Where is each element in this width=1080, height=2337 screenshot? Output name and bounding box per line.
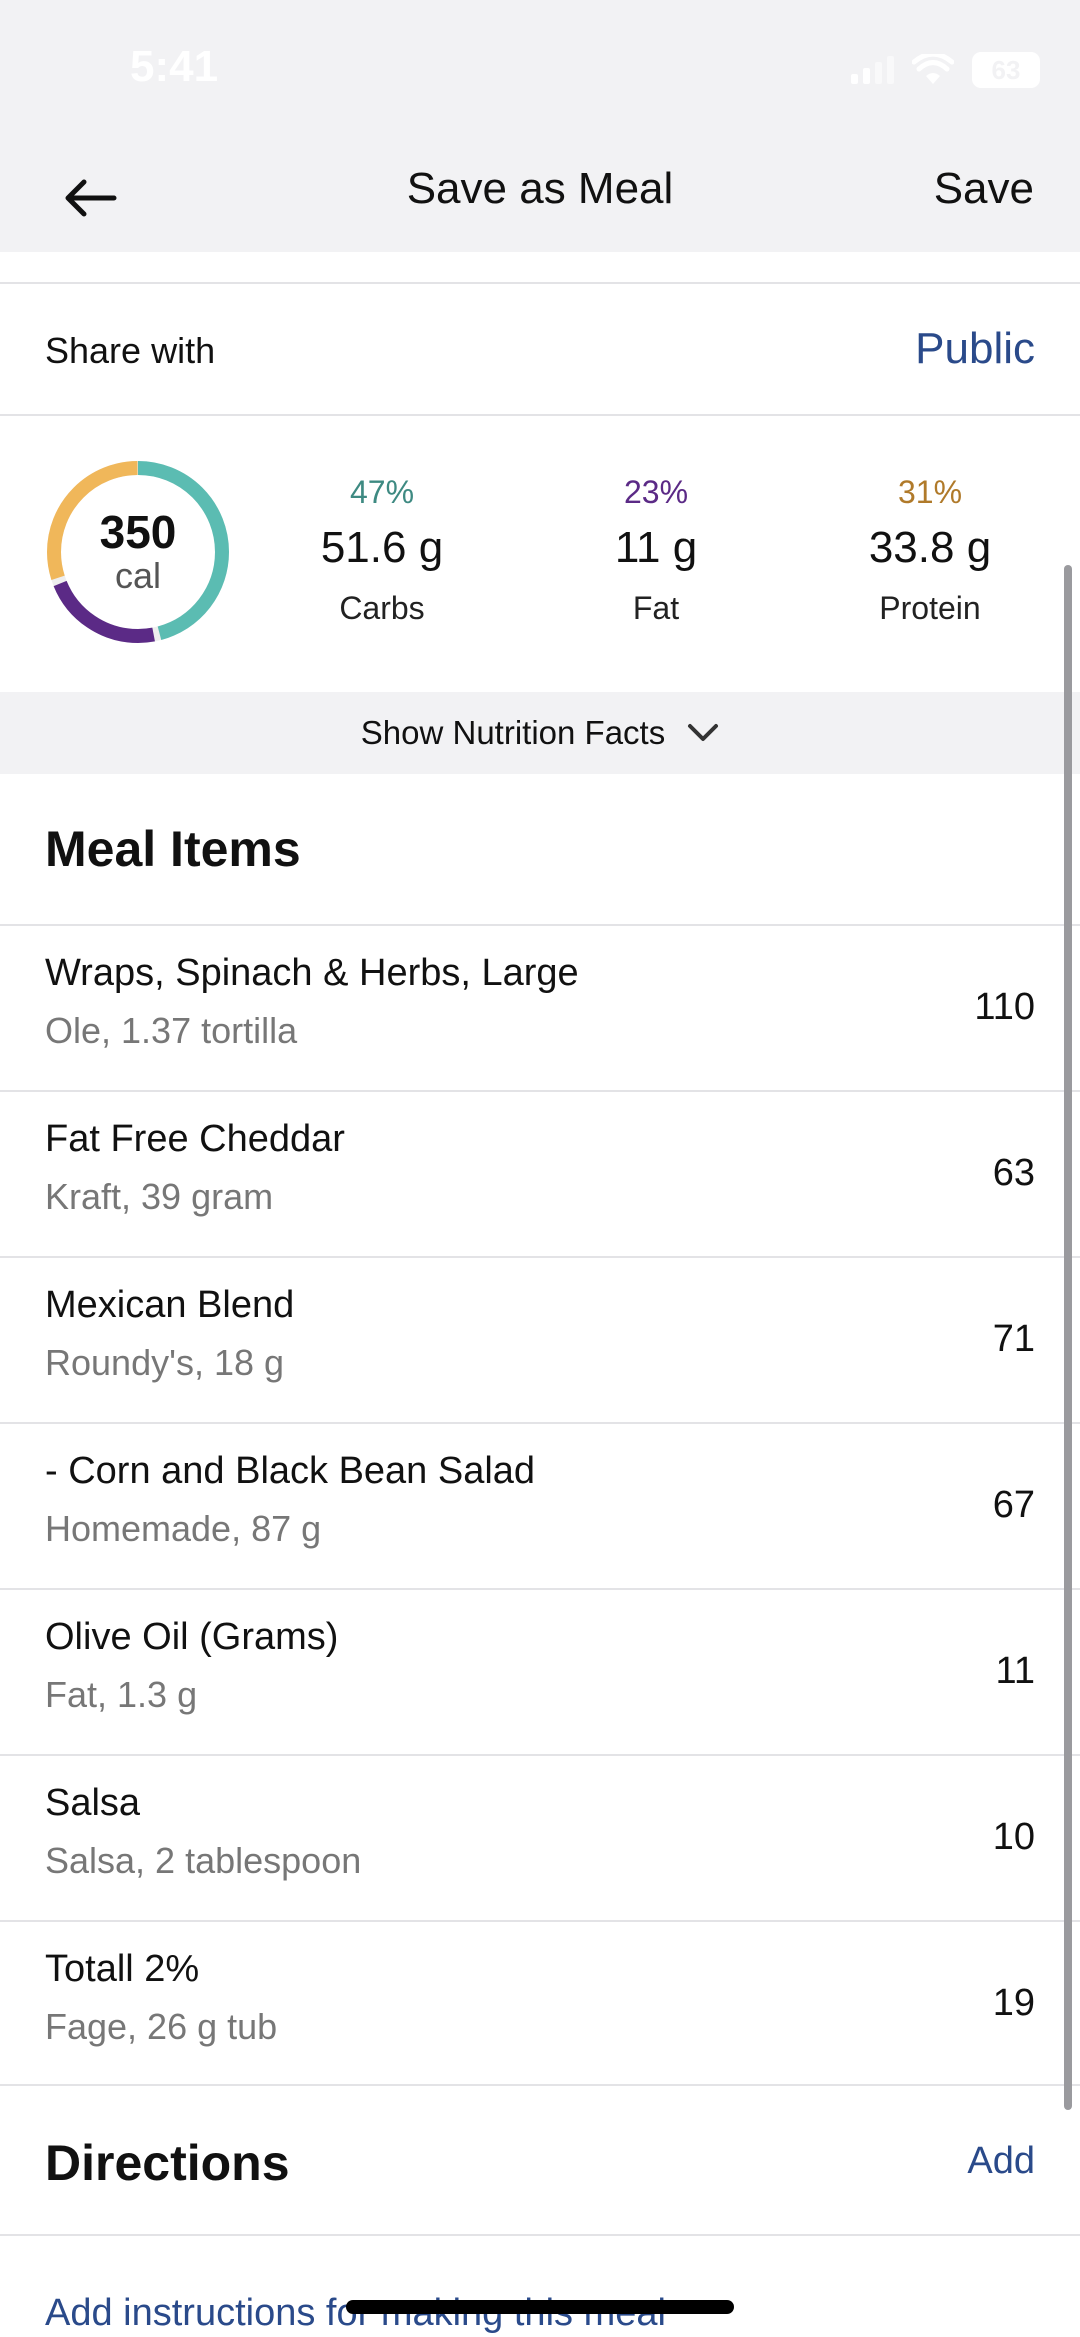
protein-percent: 31% bbox=[897, 474, 963, 510]
protein-label: Protein bbox=[879, 590, 981, 626]
share-with-row[interactable]: Share with Public bbox=[0, 284, 1080, 414]
list-item[interactable]: Totall 2% Fage, 26 g tub 19 bbox=[0, 1920, 1080, 2086]
list-item[interactable]: Mexican Blend Roundy's, 18 g 71 bbox=[0, 1256, 1080, 1422]
fat-label: Fat bbox=[632, 590, 680, 626]
meal-item-detail: Kraft, 39 gram bbox=[45, 1176, 274, 1217]
meal-item-calories: 10 bbox=[992, 1816, 1035, 1858]
list-item[interactable]: Fat Free Cheddar Kraft, 39 gram 63 bbox=[0, 1090, 1080, 1256]
meal-items-list: Wraps, Spinach & Herbs, Large Ole, 1.37 … bbox=[0, 924, 1080, 2086]
carbs-label: Carbs bbox=[339, 590, 425, 626]
meal-item-detail: Homemade, 87 g bbox=[45, 1508, 322, 1549]
directions-title: Directions bbox=[45, 2135, 290, 2191]
save-button[interactable]: Save bbox=[934, 164, 1034, 214]
list-item[interactable]: Olive Oil (Grams) Fat, 1.3 g 11 bbox=[0, 1588, 1080, 1754]
macro-protein: 31% 33.8 g Protein bbox=[820, 476, 1040, 624]
meal-item-calories: 71 bbox=[992, 1318, 1035, 1360]
protein-amount: 33.8 g bbox=[868, 523, 992, 572]
share-with-value[interactable]: Public bbox=[915, 324, 1035, 374]
meal-item-calories: 19 bbox=[992, 1982, 1035, 2024]
add-directions-button[interactable]: Add bbox=[967, 2140, 1035, 2183]
share-with-label: Share with bbox=[45, 330, 216, 371]
meal-item-name: Salsa bbox=[45, 1782, 141, 1824]
show-nutrition-facts-button[interactable]: Show Nutrition Facts bbox=[0, 692, 1080, 774]
status-bar: 5:41 63 bbox=[0, 0, 1080, 140]
meal-item-calories: 67 bbox=[992, 1484, 1035, 1526]
show-nutrition-facts-label: Show Nutrition Facts bbox=[360, 714, 666, 751]
meal-item-detail: Fage, 26 g tub bbox=[45, 2006, 278, 2047]
battery-icon: 63 bbox=[972, 52, 1040, 88]
meal-item-name: Mexican Blend bbox=[45, 1284, 295, 1326]
carbs-percent: 47% bbox=[349, 474, 415, 510]
meal-item-name: Wraps, Spinach & Herbs, Large bbox=[45, 952, 579, 994]
meal-item-name: - Corn and Black Bean Salad bbox=[45, 1450, 536, 1492]
meal-item-detail: Ole, 1.37 tortilla bbox=[45, 1010, 298, 1051]
cellular-signal-icon bbox=[851, 56, 894, 84]
calorie-total: 350 cal bbox=[42, 456, 234, 648]
scrollbar[interactable] bbox=[1064, 565, 1072, 2110]
macro-carbs: 47% 51.6 g Carbs bbox=[272, 476, 492, 624]
list-item[interactable]: - Corn and Black Bean Salad Homemade, 87… bbox=[0, 1422, 1080, 1588]
calorie-value: 350 bbox=[99, 506, 177, 559]
calorie-unit: cal bbox=[114, 555, 162, 597]
fat-percent: 23% bbox=[623, 474, 689, 510]
wifi-icon bbox=[912, 54, 954, 84]
list-item[interactable]: Wraps, Spinach & Herbs, Large Ole, 1.37 … bbox=[0, 924, 1080, 1090]
meal-items-title: Meal Items bbox=[45, 821, 301, 877]
meal-item-detail: Fat, 1.3 g bbox=[45, 1674, 198, 1715]
meal-item-name: Olive Oil (Grams) bbox=[45, 1616, 339, 1658]
meal-item-detail: Roundy's, 18 g bbox=[45, 1342, 285, 1383]
meal-item-calories: 63 bbox=[992, 1152, 1035, 1194]
meal-item-name: Fat Free Cheddar bbox=[45, 1118, 345, 1160]
status-icons: 63 bbox=[851, 52, 1040, 88]
nav-bar: Save as Meal Save bbox=[0, 140, 1080, 252]
status-time: 5:41 bbox=[130, 42, 219, 91]
meal-item-name: Totall 2% bbox=[45, 1948, 200, 1990]
meal-item-calories: 11 bbox=[995, 1650, 1035, 1692]
home-indicator bbox=[346, 2300, 734, 2314]
macro-fat: 23% 11 g Fat bbox=[546, 476, 766, 624]
top-area: 5:41 63 Save as Meal Save bbox=[0, 0, 1080, 252]
carbs-amount: 51.6 g bbox=[320, 523, 444, 572]
divider bbox=[0, 2234, 1080, 2236]
fat-amount: 11 g bbox=[614, 523, 698, 572]
macro-summary: 350 cal 47% 51.6 g Carbs 23% 11 g Fat 31… bbox=[0, 416, 1080, 690]
meal-item-calories: 110 bbox=[974, 986, 1035, 1028]
list-item[interactable]: Salsa Salsa, 2 tablespoon 10 bbox=[0, 1754, 1080, 1920]
meal-item-detail: Salsa, 2 tablespoon bbox=[45, 1840, 362, 1881]
page-title: Save as Meal bbox=[406, 164, 674, 213]
chevron-down-icon bbox=[688, 724, 719, 741]
